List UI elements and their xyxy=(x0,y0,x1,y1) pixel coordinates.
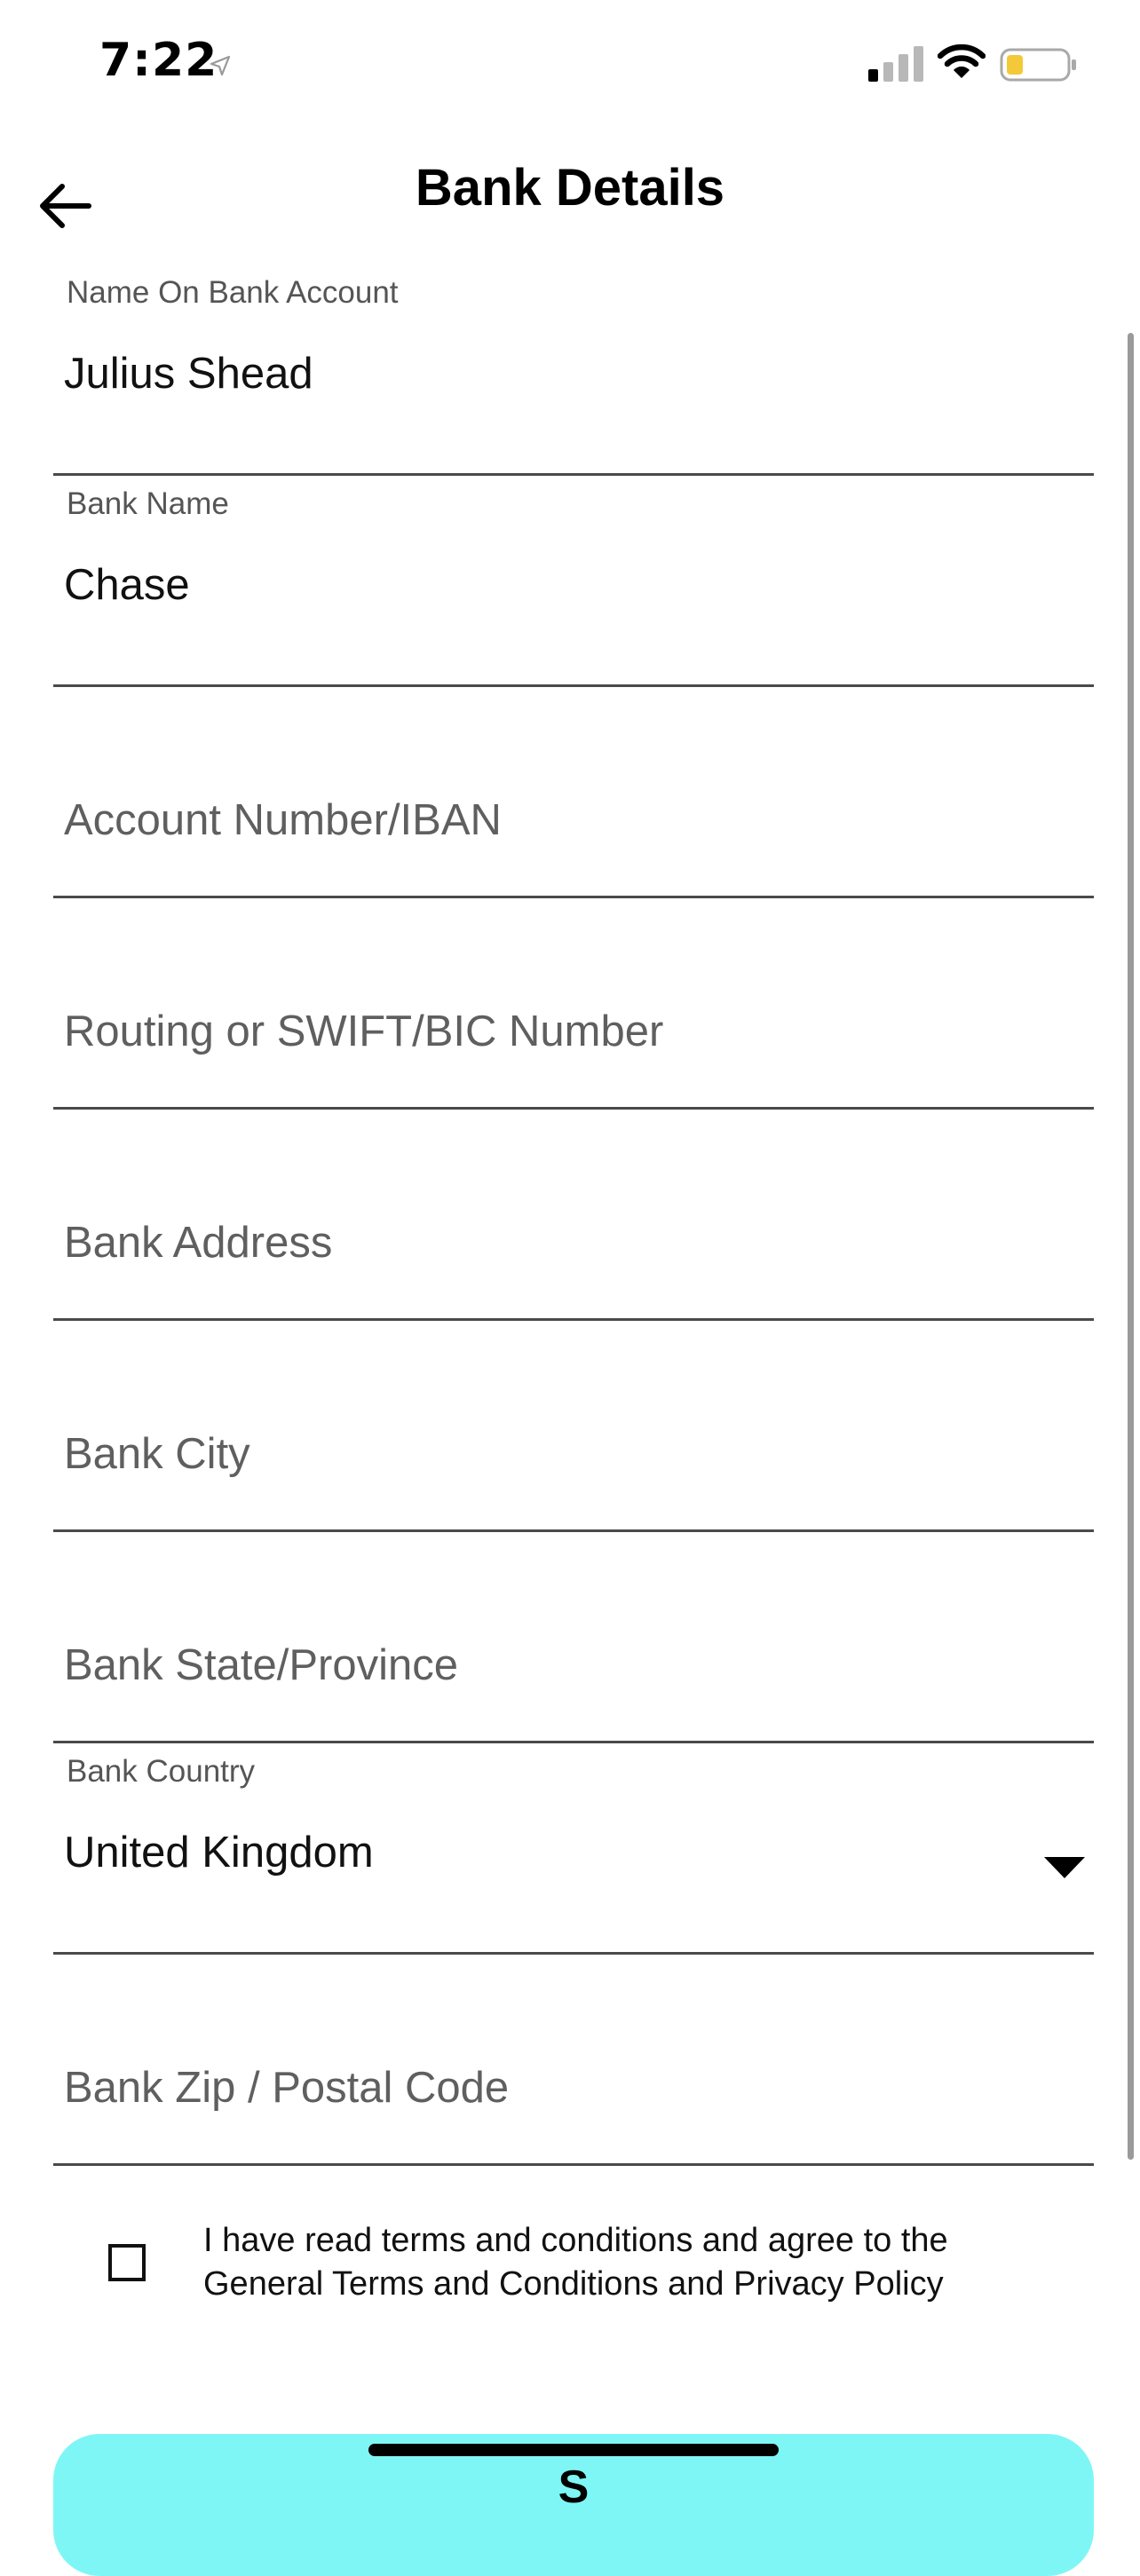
terms-text-line-1: I have read terms and conditions and agr… xyxy=(203,2222,948,2259)
scrollbar[interactable] xyxy=(1128,333,1134,2160)
bank-address-field[interactable]: Bank Address xyxy=(53,1110,1094,1321)
terms-checkbox[interactable] xyxy=(108,2244,146,2281)
cellular-signal-icon xyxy=(868,46,923,82)
bank-address-placeholder[interactable]: Bank Address xyxy=(64,1218,332,1268)
bank-zip-field[interactable]: Bank Zip / Postal Code xyxy=(53,1955,1094,2166)
terms-agreement: I have read terms and conditions and agr… xyxy=(0,2219,1140,2326)
bank-country-label: Bank Country xyxy=(67,1754,256,1789)
battery-low-icon xyxy=(1000,48,1076,82)
status-bar: 7:22 xyxy=(0,0,1140,124)
bank-name-label: Bank Name xyxy=(67,486,229,521)
bank-state-placeholder[interactable]: Bank State/Province xyxy=(64,1640,458,1690)
bank-country-select[interactable]: Bank Country United Kingdom xyxy=(53,1743,1094,1955)
submit-button-label: S xyxy=(558,2461,590,2513)
location-arrow-icon xyxy=(210,55,231,76)
routing-number-field[interactable]: Routing or SWIFT/BIC Number xyxy=(53,898,1094,1110)
caret-down-icon[interactable] xyxy=(1044,1857,1085,1878)
name-on-account-field[interactable]: Name On Bank Account Julius Shead xyxy=(53,265,1094,476)
bank-zip-placeholder[interactable]: Bank Zip / Postal Code xyxy=(64,2063,509,2113)
account-number-placeholder[interactable]: Account Number/IBAN xyxy=(64,795,502,845)
bank-country-value[interactable]: United Kingdom xyxy=(64,1828,1041,1877)
wifi-icon xyxy=(938,43,986,78)
bank-city-placeholder[interactable]: Bank City xyxy=(64,1429,250,1479)
bank-state-field[interactable]: Bank State/Province xyxy=(53,1532,1094,1743)
bank-name-value[interactable]: Chase xyxy=(64,560,1041,610)
account-number-field[interactable]: Account Number/IBAN xyxy=(53,687,1094,898)
navigation-header: Bank Details xyxy=(0,142,1140,249)
bank-city-field[interactable]: Bank City xyxy=(53,1321,1094,1532)
terms-text: I have read terms and conditions and agr… xyxy=(203,2219,1091,2306)
status-time: 7:22 xyxy=(99,34,218,87)
terms-text-line-2: General Terms and Conditions and Privacy… xyxy=(203,2265,944,2303)
name-on-account-value[interactable]: Julius Shead xyxy=(64,349,1041,399)
routing-number-placeholder[interactable]: Routing or SWIFT/BIC Number xyxy=(64,1007,663,1056)
home-indicator xyxy=(368,2444,779,2456)
name-on-account-label: Name On Bank Account xyxy=(67,275,399,310)
page-title: Bank Details xyxy=(415,159,725,217)
bank-name-field[interactable]: Bank Name Chase xyxy=(53,476,1094,687)
